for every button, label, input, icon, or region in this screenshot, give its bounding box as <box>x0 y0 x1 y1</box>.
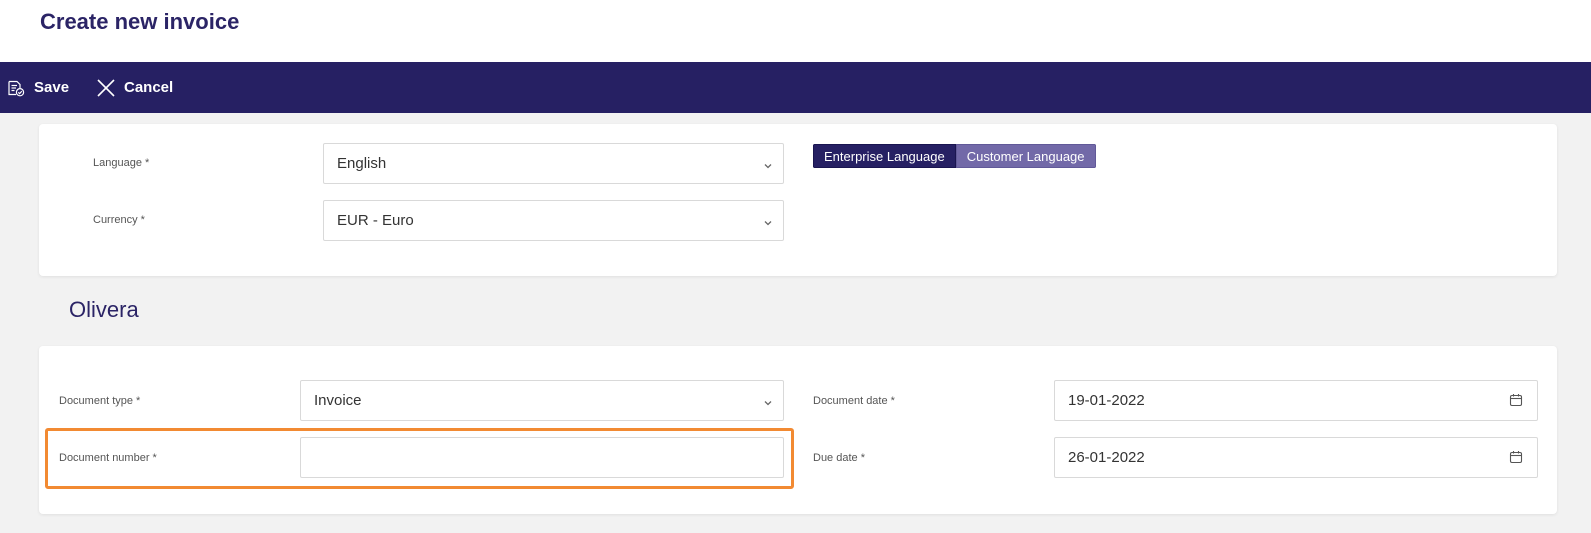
calendar-icon[interactable] <box>1509 393 1523 411</box>
document-date-label: Document date * <box>813 395 895 407</box>
document-type-select[interactable]: Invoice <box>300 380 784 421</box>
document-number-label: Document number * <box>59 452 157 464</box>
due-date-value: 26-01-2022 <box>1068 449 1145 466</box>
currency-select[interactable]: EUR - Euro <box>323 200 784 241</box>
save-button[interactable]: Save <box>6 62 69 113</box>
language-select[interactable]: English <box>323 143 784 184</box>
document-type-value: Invoice <box>314 392 362 409</box>
document-date-input[interactable]: 19-01-2022 <box>1054 380 1538 421</box>
page-header: Create new invoice <box>0 0 1591 62</box>
calendar-icon[interactable] <box>1509 450 1523 468</box>
cancel-label: Cancel <box>124 79 174 96</box>
document-number-input[interactable] <box>300 437 784 478</box>
language-value: English <box>337 155 387 172</box>
chevron-down-icon <box>763 215 773 232</box>
language-toggle: Enterprise Language Customer Language <box>813 144 1096 168</box>
settings-card <box>39 124 1557 276</box>
customer-language-button[interactable]: Customer Language <box>955 144 1096 168</box>
cancel-button[interactable]: Cancel <box>96 62 173 113</box>
save-label: Save <box>34 79 70 96</box>
toolbar: Save Cancel <box>0 62 1591 113</box>
section-title: Olivera <box>69 297 139 322</box>
currency-value: EUR - Euro <box>337 212 414 229</box>
currency-label: Currency * <box>93 214 145 226</box>
enterprise-language-button[interactable]: Enterprise Language <box>813 144 956 168</box>
page-title: Create new invoice <box>40 9 240 34</box>
language-label: Language * <box>93 157 150 169</box>
due-date-input[interactable]: 26-01-2022 <box>1054 437 1538 478</box>
document-date-value: 19-01-2022 <box>1068 392 1145 409</box>
close-icon <box>96 78 116 98</box>
chevron-down-icon <box>763 395 773 412</box>
document-card <box>39 346 1557 514</box>
due-date-label: Due date * <box>813 452 865 464</box>
save-document-icon <box>6 79 25 97</box>
chevron-down-icon <box>763 158 773 175</box>
document-type-label: Document type * <box>59 395 141 407</box>
